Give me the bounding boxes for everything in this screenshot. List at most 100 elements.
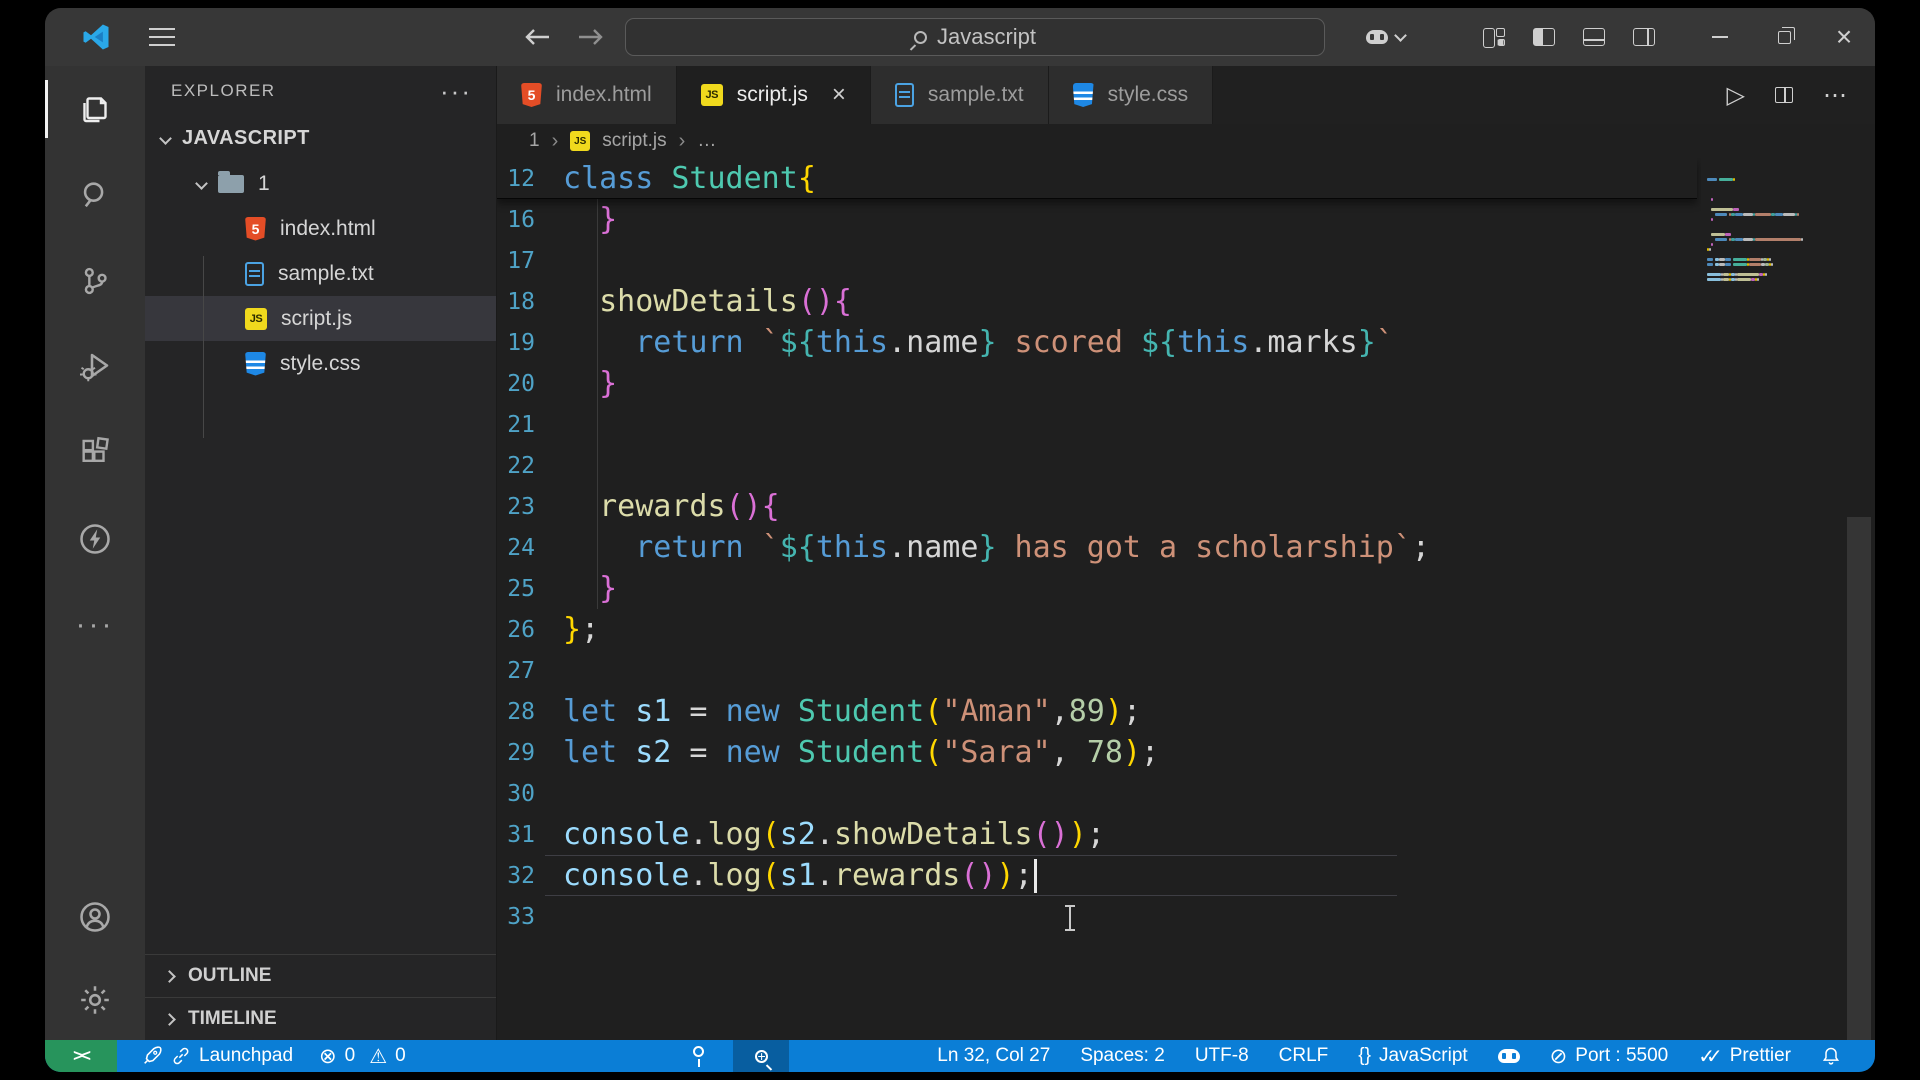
eol-setting[interactable]: CRLF: [1279, 1045, 1329, 1067]
js-file-icon: JS: [245, 307, 267, 330]
source-control-icon: [84, 267, 107, 295]
html-file-icon: 5: [521, 83, 542, 107]
code-line-17[interactable]: 17: [497, 240, 1875, 281]
title-bar: Javascript ×: [45, 8, 1875, 66]
code-line-12[interactable]: 12 class Student{: [497, 158, 1697, 199]
code-line-22[interactable]: 22: [497, 445, 1875, 486]
extensions-icon: [82, 436, 109, 462]
customize-layout-button[interactable]: [1483, 8, 1505, 66]
command-center-search[interactable]: Javascript: [625, 18, 1325, 56]
tab-style.css[interactable]: style.css: [1048, 66, 1214, 124]
outline-section[interactable]: OUTLINE: [145, 954, 496, 997]
line-number: 32: [507, 862, 535, 889]
file-row-index.html[interactable]: 5 index.html: [145, 206, 496, 251]
file-tree: JAVASCRIPT 1 5 index.html sample.txt JS scri…: [145, 116, 496, 438]
sidebar-more-actions[interactable]: ···: [45, 582, 145, 668]
sidebar-item-search[interactable]: [45, 152, 145, 238]
code-line-16[interactable]: 16 }: [497, 199, 1875, 240]
folder-row-1[interactable]: 1: [145, 161, 496, 206]
breadcrumb-folder[interactable]: 1: [529, 130, 540, 152]
code-editor[interactable]: 12 class Student{ 16 } 17 18 showDetails(){…: [497, 158, 1875, 1040]
tab-sample.txt[interactable]: sample.txt: [870, 66, 1049, 124]
breadcrumb-symbol[interactable]: …: [697, 130, 716, 152]
scrollbar-thumb[interactable]: [1847, 517, 1871, 1040]
sidebar-item-source-control[interactable]: [45, 238, 145, 324]
line-content: return `${this.name} has got a scholarsh…: [635, 530, 1430, 565]
copilot-button[interactable]: [1366, 8, 1407, 66]
code-line-30[interactable]: 30: [497, 773, 1875, 814]
file-row-script.js[interactable]: JS script.js: [145, 296, 496, 341]
code-line-24[interactable]: 24 return `${this.name} has got a schola…: [497, 527, 1875, 568]
settings-button[interactable]: [45, 960, 145, 1040]
toggle-secondary-sidebar-button[interactable]: [1633, 8, 1655, 66]
copilot-status-button[interactable]: [1497, 1049, 1520, 1063]
split-editor-button[interactable]: [1775, 87, 1793, 103]
sidebar-item-explorer[interactable]: [45, 66, 145, 152]
language-mode[interactable]: {} JavaScript: [1358, 1045, 1467, 1067]
breadcrumb-separator: ›: [678, 129, 686, 152]
screencast-probe-icon[interactable]: [693, 1046, 704, 1067]
workspace-section-javascript[interactable]: JAVASCRIPT: [145, 116, 496, 161]
code-line-33[interactable]: 33: [497, 896, 1875, 937]
back-arrow-icon[interactable]: [523, 26, 551, 48]
zoom-tool-button[interactable]: [733, 1040, 789, 1072]
code-line-21[interactable]: 21: [497, 404, 1875, 445]
indentation-setting[interactable]: Spaces: 2: [1080, 1045, 1165, 1067]
code-line-25[interactable]: 25 }: [497, 568, 1875, 609]
problems-button[interactable]: ⊗ 0 ⚠ 0: [319, 1044, 406, 1069]
file-name: index.html: [280, 216, 376, 240]
code-line-29[interactable]: 29 let s2 = new Student("Sara", 78);: [497, 732, 1875, 773]
tab-index.html[interactable]: 5 index.html: [497, 66, 677, 124]
line-number: 29: [507, 739, 535, 766]
code-line-20[interactable]: 20 }: [497, 363, 1875, 404]
editor-more-actions[interactable]: ⋯: [1823, 81, 1849, 110]
minimap[interactable]: [1701, 158, 1837, 1040]
code-line-27[interactable]: 27: [497, 650, 1875, 691]
code-line-18[interactable]: 18 showDetails(){: [497, 281, 1875, 322]
account-button[interactable]: [45, 874, 145, 960]
double-check-icon: ✓✓: [1698, 1045, 1722, 1068]
sidebar-item-thunder-client[interactable]: [45, 496, 145, 582]
search-icon: [913, 30, 927, 44]
sidebar-item-run-debug[interactable]: [45, 324, 145, 410]
line-number: 21: [507, 411, 535, 438]
code-line-32[interactable]: 32 console.log(s1.rewards());: [497, 855, 1875, 896]
restore-button[interactable]: [1773, 8, 1795, 66]
sidebar-item-extensions[interactable]: [45, 410, 145, 496]
minimap-line: [1707, 218, 1831, 221]
timeline-section[interactable]: TIMELINE: [145, 997, 496, 1040]
breadcrumb-file[interactable]: script.js: [602, 130, 666, 152]
file-row-sample.txt[interactable]: sample.txt: [145, 251, 496, 296]
code-line-19[interactable]: 19 return `${this.name} scored ${this.ma…: [497, 322, 1875, 363]
live-server-port[interactable]: ⊘ Port : 5500: [1550, 1044, 1669, 1069]
encoding-setting[interactable]: UTF-8: [1195, 1045, 1249, 1067]
file-row-style.css[interactable]: style.css: [145, 341, 496, 386]
prettier-button[interactable]: ✓✓ Prettier: [1698, 1044, 1791, 1069]
code-line-26[interactable]: 26};: [497, 609, 1875, 650]
line-content: rewards(){: [599, 489, 780, 524]
toggle-panel-button[interactable]: [1583, 8, 1605, 66]
menu-icon[interactable]: [149, 28, 175, 46]
tab-script.js[interactable]: JS script.js ×: [676, 66, 871, 124]
toggle-primary-sidebar-button[interactable]: [1533, 8, 1555, 66]
chevron-down-icon: [1394, 28, 1407, 42]
line-content: }: [599, 571, 618, 606]
secondary-sidebar-icon: [1633, 28, 1655, 46]
close-button[interactable]: ×: [1833, 8, 1855, 66]
code-line-28[interactable]: 28 let s1 = new Student("Aman",89);: [497, 691, 1875, 732]
code-line-23[interactable]: 23 rewards(){: [497, 486, 1875, 527]
notifications-bell-icon[interactable]: [1821, 1046, 1841, 1066]
close-tab-icon[interactable]: ×: [832, 83, 846, 107]
line-number: 23: [507, 493, 535, 520]
launchpad-button[interactable]: Launchpad: [141, 1045, 293, 1067]
run-code-button[interactable]: ▷: [1727, 81, 1745, 110]
sticky-scroll-line[interactable]: 12 class Student{: [497, 158, 1697, 199]
explorer-more-actions[interactable]: ···: [440, 78, 472, 104]
cursor-position[interactable]: Ln 32, Col 27: [937, 1045, 1050, 1067]
account-icon: [80, 902, 110, 932]
minimize-button[interactable]: [1709, 8, 1731, 66]
forward-arrow-icon[interactable]: [577, 26, 605, 48]
explorer-title: EXPLORER: [171, 81, 276, 100]
code-line-31[interactable]: 31 console.log(s2.showDetails());: [497, 814, 1875, 855]
remote-indicator[interactable]: ><: [45, 1040, 117, 1072]
